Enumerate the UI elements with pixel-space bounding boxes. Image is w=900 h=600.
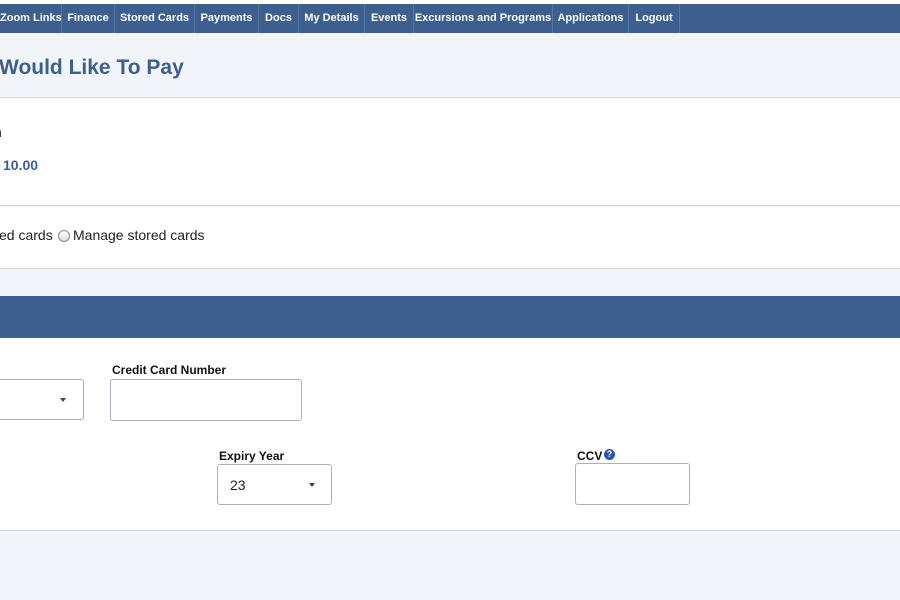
main-nav: Zoom Links Finance Stored Cards Payments… [0,4,900,33]
payment-label: n [0,124,2,140]
card-details-header-band [0,296,900,338]
chevron-down-icon [60,398,66,402]
ccv-label: CCV [577,449,603,463]
nav-item-stored-cards[interactable]: Stored Cards [115,4,195,33]
nav-item-events[interactable]: Events [365,4,414,33]
card-type-select[interactable] [0,379,84,420]
nav-item-logout[interactable]: Logout [629,4,680,33]
nav-item-finance[interactable]: Finance [62,4,115,33]
chevron-down-icon [309,483,315,487]
nav-item-docs[interactable]: Docs [259,4,299,33]
page-title: Would Like To Pay [0,56,184,79]
use-stored-cards-label[interactable]: ed cards [0,227,53,243]
card-number-input[interactable] [110,379,302,421]
payment-amount: 10.00 [3,157,39,173]
manage-stored-cards-label[interactable]: Manage stored cards [73,227,205,243]
ccv-input[interactable] [575,463,690,505]
expiry-year-label: Expiry Year [219,449,285,463]
nav-item-excursions[interactable]: Excursions and Programs [414,4,553,33]
nav-item-zoom-links[interactable]: Zoom Links [0,4,62,33]
payment-summary-panel [0,99,900,206]
nav-item-my-details[interactable]: My Details [299,4,365,33]
manage-stored-cards-radio[interactable] [58,230,70,242]
nav-item-payments[interactable]: Payments [195,4,259,33]
card-number-label: Credit Card Number [112,363,227,377]
expiry-year-select[interactable]: 23 [217,464,332,505]
nav-item-applications[interactable]: Applications [553,4,629,33]
help-icon[interactable]: ? [604,449,615,460]
expiry-year-value: 23 [230,477,246,493]
